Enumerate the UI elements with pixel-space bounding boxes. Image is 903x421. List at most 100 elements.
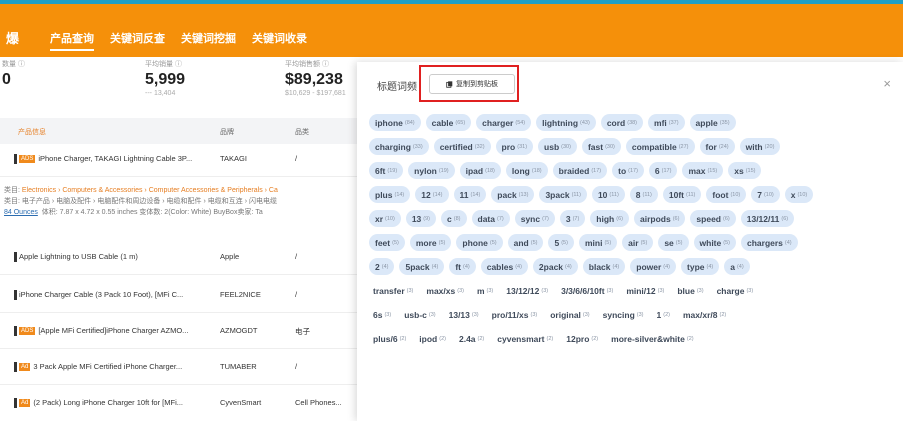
word-chip[interactable]: a (4) xyxy=(724,258,750,275)
word-chip[interactable]: black (4) xyxy=(582,258,626,275)
word-chip[interactable]: compatible (27) xyxy=(625,138,695,155)
word-chip[interactable]: 8 (11) xyxy=(629,186,658,203)
word-chip[interactable]: 11 (14) xyxy=(453,186,487,203)
table-row[interactable]: Apple Lightning to USB Cable (1 m) Apple… xyxy=(0,252,370,275)
table-row[interactable]: Ad 3 Pack Apple MFi Certified iPhone Char… xyxy=(0,362,370,385)
word-chip[interactable]: ipad (18) xyxy=(459,162,501,179)
tab-keyword-inclusion[interactable]: 关键词收录 xyxy=(252,30,307,51)
word-chip[interactable]: foot (10) xyxy=(706,186,747,203)
word-chip[interactable]: xs (15) xyxy=(728,162,762,179)
product-title[interactable]: 3 Pack Apple MFi Certified iPhone Charge… xyxy=(33,362,182,371)
word-chip[interactable]: max/xr/8 (2) xyxy=(679,306,730,323)
word-chip[interactable]: 13/12/12 (3) xyxy=(502,282,552,299)
col-product-info[interactable]: 产品信息 xyxy=(18,127,46,137)
word-chip[interactable]: se (5) xyxy=(658,234,689,251)
table-row[interactable]: ADS iPhone Charger, TAKAGI Lightning Cabl… xyxy=(0,154,370,177)
word-chip[interactable]: for (24) xyxy=(699,138,735,155)
word-chip[interactable]: cables (4) xyxy=(480,258,528,275)
close-icon[interactable]: × xyxy=(883,76,891,91)
word-chip[interactable]: 6 (17) xyxy=(648,162,678,179)
word-chip[interactable]: white (5) xyxy=(693,234,736,251)
word-chip[interactable]: apple (35) xyxy=(689,114,736,131)
word-chip[interactable]: pro (31) xyxy=(495,138,534,155)
word-chip[interactable]: mini (5) xyxy=(578,234,618,251)
word-chip[interactable]: 1 (2) xyxy=(653,306,674,323)
word-chip[interactable]: to (17) xyxy=(612,162,644,179)
word-chip[interactable]: 2.4a (2) xyxy=(455,330,488,347)
word-chip[interactable]: x (10) xyxy=(784,186,814,203)
word-chip[interactable]: data (7) xyxy=(471,210,510,227)
col-category[interactable]: 品类 xyxy=(295,127,309,137)
word-chip[interactable]: 10ft (11) xyxy=(662,186,702,203)
word-chip[interactable]: 12 (14) xyxy=(415,186,449,203)
word-chip[interactable]: 13/12/11 (6) xyxy=(740,210,795,227)
word-chip[interactable]: feet (5) xyxy=(369,234,405,251)
word-chip[interactable]: pro/11/xs (3) xyxy=(488,306,542,323)
word-chip[interactable]: charger (54) xyxy=(476,114,532,131)
word-chip[interactable]: more-silver&white (2) xyxy=(607,330,697,347)
word-chip[interactable]: 3 (7) xyxy=(559,210,586,227)
word-chip[interactable]: 13/13 (3) xyxy=(445,306,483,323)
table-row[interactable]: Ad (2 Pack) Long iPhone Charger 10ft for … xyxy=(0,398,370,418)
word-chip[interactable]: mini/12 (3) xyxy=(622,282,668,299)
word-chip[interactable]: 5 (5) xyxy=(548,234,574,251)
product-title[interactable]: (2 Pack) Long iPhone Charger 10ft for [M… xyxy=(33,398,183,407)
word-chip[interactable]: max/xs (3) xyxy=(422,282,468,299)
word-chip[interactable]: syncing (3) xyxy=(599,306,648,323)
word-chip[interactable]: cord (38) xyxy=(600,114,644,131)
word-chip[interactable]: high (6) xyxy=(590,210,629,227)
word-chip[interactable]: nylon (19) xyxy=(408,162,455,179)
word-chip[interactable]: original (3) xyxy=(546,306,593,323)
word-chip[interactable]: sync (7) xyxy=(514,210,555,227)
word-chip[interactable]: ft (4) xyxy=(449,258,476,275)
tab-keyword-mining[interactable]: 关键词挖掘 xyxy=(181,30,236,51)
word-chip[interactable]: power (4) xyxy=(630,258,677,275)
product-title[interactable]: [Apple MFi Certified]iPhone Charger AZMO… xyxy=(38,326,188,335)
word-chip[interactable]: 3/3/6/6/10ft (3) xyxy=(557,282,617,299)
table-row[interactable]: ADS [Apple MFi Certified]iPhone Charger A… xyxy=(0,326,370,349)
word-chip[interactable]: 5pack (4) xyxy=(399,258,445,275)
word-chip[interactable]: 13 (9) xyxy=(405,210,437,227)
word-chip[interactable]: usb (30) xyxy=(538,138,577,155)
word-chip[interactable]: airpods (6) xyxy=(633,210,686,227)
word-chip[interactable]: fast (30) xyxy=(581,138,621,155)
word-chip[interactable]: certified (32) xyxy=(433,138,491,155)
word-chip[interactable]: ipod (2) xyxy=(415,330,450,347)
product-title[interactable]: iPhone Charger, TAKAGI Lightning Cable 3… xyxy=(38,154,192,163)
word-chip[interactable]: phone (5) xyxy=(456,234,503,251)
word-chip[interactable]: cable (65) xyxy=(425,114,472,131)
word-chip[interactable]: charge (3) xyxy=(713,282,758,299)
product-title[interactable]: Apple Lightning to USB Cable (1 m) xyxy=(19,252,138,261)
word-chip[interactable]: xr (10) xyxy=(369,210,401,227)
word-chip[interactable]: charging (33) xyxy=(369,138,429,155)
word-chip[interactable]: 2 (4) xyxy=(369,258,395,275)
product-title[interactable]: iPhone Charger Cable (3 Pack 10 Foot), [… xyxy=(19,290,183,299)
word-chip[interactable]: pack (13) xyxy=(491,186,535,203)
word-chip[interactable]: mfi (37) xyxy=(648,114,685,131)
word-chip[interactable]: 3pack (11) xyxy=(539,186,587,203)
word-chip[interactable]: air (5) xyxy=(622,234,654,251)
word-chip[interactable]: usb-c (3) xyxy=(400,306,439,323)
word-chip[interactable]: lightning (43) xyxy=(536,114,596,131)
word-chip[interactable]: with (20) xyxy=(739,138,781,155)
word-chip[interactable]: 12pro (2) xyxy=(562,330,602,347)
word-chip[interactable]: max (15) xyxy=(682,162,724,179)
word-chip[interactable]: braided (17) xyxy=(552,162,608,179)
word-chip[interactable]: 2pack (4) xyxy=(532,258,578,275)
word-chip[interactable]: type (4) xyxy=(681,258,720,275)
word-chip[interactable]: long (18) xyxy=(505,162,548,179)
word-chip[interactable]: blue (3) xyxy=(673,282,707,299)
word-chip[interactable]: transfer (3) xyxy=(369,282,417,299)
word-chip[interactable]: chargers (4) xyxy=(740,234,798,251)
category-path-link[interactable]: Electronics › Computers & Accessories › … xyxy=(22,187,278,194)
word-chip[interactable]: 6ft (19) xyxy=(369,162,404,179)
word-chip[interactable]: plus/6 (2) xyxy=(369,330,410,347)
copy-to-clipboard-button[interactable]: 复制到剪贴板 xyxy=(429,74,515,94)
col-brand[interactable]: 品牌 xyxy=(220,127,234,137)
word-chip[interactable]: plus (14) xyxy=(369,186,411,203)
word-chip[interactable]: m (3) xyxy=(473,282,497,299)
table-row[interactable]: iPhone Charger Cable (3 Pack 10 Foot), [… xyxy=(0,290,370,313)
word-chip[interactable]: 7 (10) xyxy=(751,186,780,203)
tab-keyword-reverse[interactable]: 关键词反查 xyxy=(110,30,165,51)
tab-product-query[interactable]: 产品查询 xyxy=(50,30,94,51)
